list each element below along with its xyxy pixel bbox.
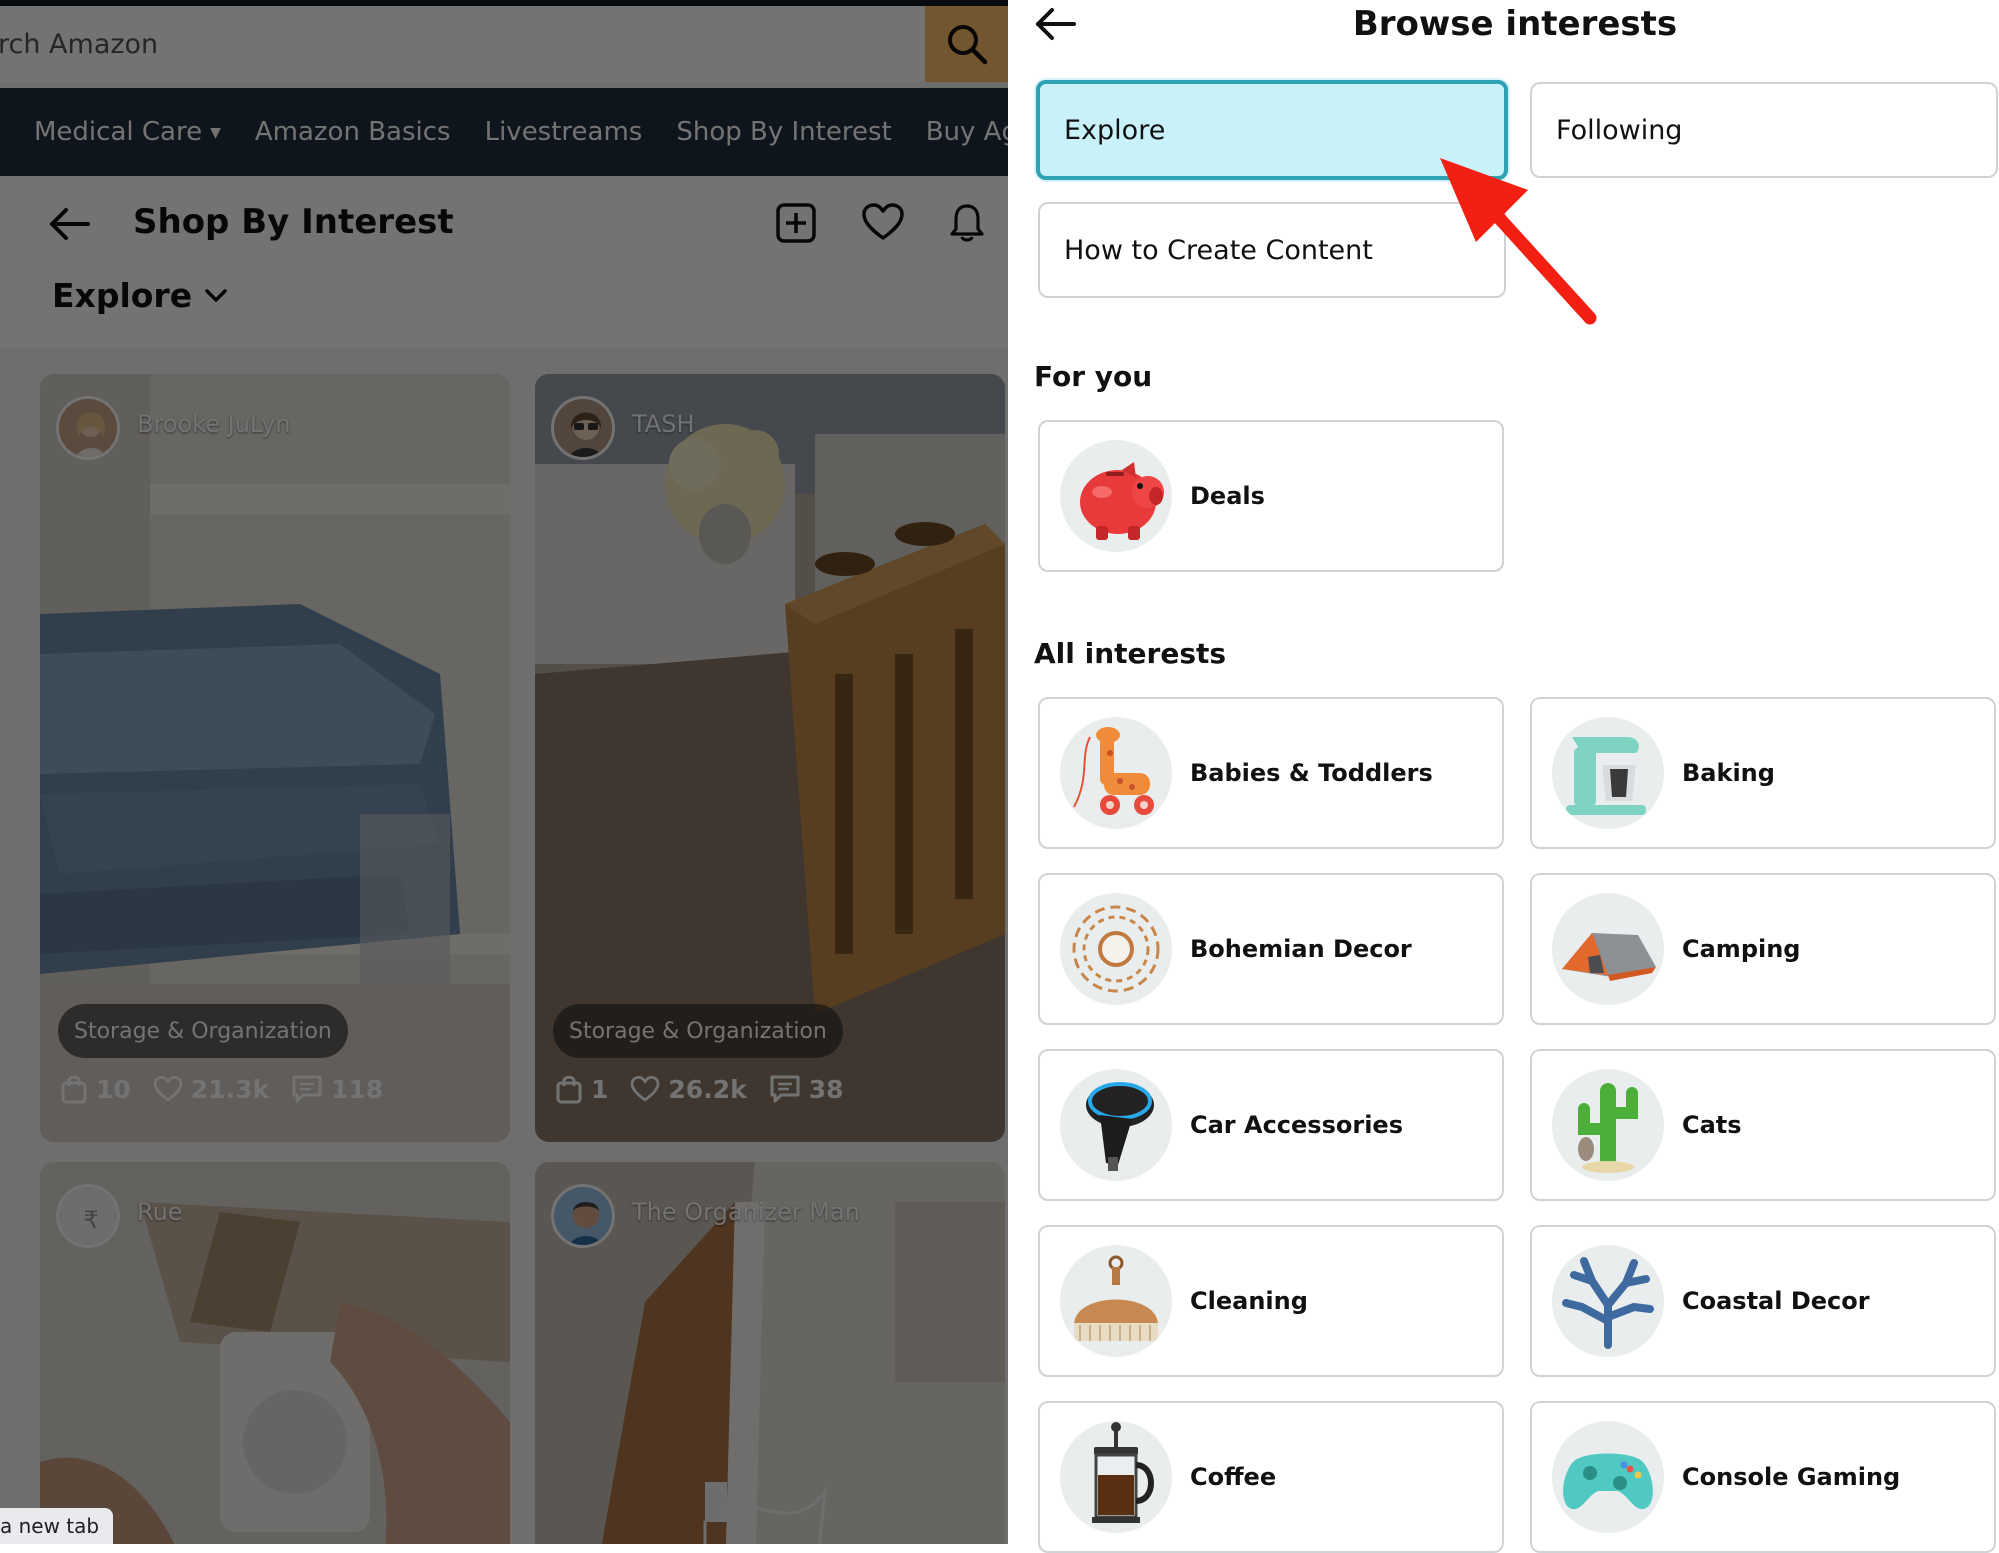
interest-tile-babies-toddlers[interactable]: Babies & Toddlers — [1038, 697, 1504, 849]
rattan-mirror-icon — [1060, 893, 1172, 1005]
interest-label: Coastal Decor — [1682, 1287, 1870, 1315]
interest-tile-bohemian-decor[interactable]: Bohemian Decor — [1038, 873, 1504, 1025]
svg-text:₹: ₹ — [83, 1206, 98, 1234]
interest-label: Camping — [1682, 935, 1801, 963]
card-stats: 1 26.2k 38 — [555, 1074, 844, 1104]
interest-label: Bohemian Decor — [1190, 935, 1412, 963]
interest-label: Car Accessories — [1190, 1111, 1403, 1139]
shopping-bag-icon — [61, 1075, 87, 1104]
card-author-name[interactable]: TASH — [632, 410, 695, 438]
interest-label: Babies & Toddlers — [1190, 759, 1433, 787]
bell-icon[interactable] — [949, 202, 985, 244]
products-count: 10 — [60, 1074, 131, 1104]
chevron-down-icon — [205, 288, 227, 302]
avatar — [56, 396, 120, 460]
avatar — [551, 1184, 615, 1248]
interest-tile-baking[interactable]: Baking — [1530, 697, 1996, 849]
interest-label: Baking — [1682, 759, 1775, 787]
card-author-name[interactable]: Rue — [137, 1198, 183, 1226]
giraffe-toy-icon — [1060, 717, 1172, 829]
interest-label: Console Gaming — [1682, 1463, 1901, 1491]
avatar: ₹ — [56, 1184, 120, 1248]
tab-following-label: Following — [1556, 114, 1683, 146]
interest-tile-deals[interactable]: Deals — [1038, 420, 1504, 572]
piggy-bank-icon — [1060, 440, 1172, 552]
nav-item-buy-again[interactable]: Buy Again — [926, 117, 1008, 147]
avatar — [551, 396, 615, 460]
heart-icon[interactable] — [861, 202, 905, 242]
explore-dropdown-label: Explore — [52, 276, 193, 315]
interest-label: Deals — [1190, 482, 1265, 510]
heart-icon — [631, 1076, 660, 1102]
add-post-icon[interactable] — [775, 202, 817, 244]
all-interests-heading: All interests — [1034, 637, 1227, 670]
interest-tile-coastal-decor[interactable]: Coastal Decor — [1530, 1225, 1996, 1377]
card-author-name[interactable]: The Organizer Man — [632, 1198, 860, 1226]
for-you-heading: For you — [1034, 360, 1153, 393]
search-button[interactable] — [925, 6, 1008, 82]
card-stats: 10 21.3k 118 — [60, 1074, 383, 1104]
comments-count[interactable]: 118 — [291, 1074, 383, 1104]
comment-icon — [292, 1075, 322, 1103]
caret-down-icon: ▼ — [210, 124, 221, 141]
interest-tile-coffee[interactable]: Coffee — [1038, 1401, 1504, 1553]
tent-icon — [1552, 893, 1664, 1005]
stand-mixer-icon — [1552, 717, 1664, 829]
likes-count[interactable]: 26.2k — [630, 1075, 747, 1104]
explore-dropdown[interactable]: Explore — [52, 276, 228, 315]
cactus-cat-tree-icon — [1552, 1069, 1664, 1181]
search-bar — [0, 6, 1008, 82]
category-nav: Medical Care ▼ Amazon Basics Livestreams … — [0, 88, 1008, 176]
dust-brush-icon — [1060, 1245, 1172, 1357]
new-tab-tooltip: a new tab — [0, 1508, 114, 1544]
card-author-name[interactable]: Brooke JuLyn — [137, 410, 290, 438]
interest-tile-car-accessories[interactable]: Car Accessories — [1038, 1049, 1504, 1201]
video-card[interactable]: Brooke JuLyn Storage & Organization 10 2… — [40, 374, 510, 1142]
interest-tag[interactable]: Storage & Organization — [58, 1004, 348, 1058]
comments-count[interactable]: 38 — [769, 1074, 844, 1104]
back-arrow-icon[interactable] — [48, 206, 92, 242]
nav-item-shop-by-interest[interactable]: Shop By Interest — [676, 117, 891, 147]
heart-icon — [153, 1076, 183, 1102]
comment-icon — [770, 1075, 800, 1103]
likes-count[interactable]: 21.3k — [153, 1075, 269, 1104]
french-press-icon — [1060, 1421, 1172, 1533]
nav-item-livestreams[interactable]: Livestreams — [485, 117, 643, 147]
coral-icon — [1552, 1245, 1664, 1357]
products-count: 1 — [555, 1074, 608, 1104]
interest-label: Cleaning — [1190, 1287, 1308, 1315]
amazon-page-background: Medical Care▼ Amazon Basics Livestreams … — [0, 0, 1008, 1544]
interest-label: Cats — [1682, 1111, 1742, 1139]
header-actions — [775, 202, 985, 244]
interest-tile-camping[interactable]: Camping — [1530, 873, 1996, 1025]
video-card[interactable]: ₹ Rue — [40, 1162, 510, 1544]
panel-title: Browse interests — [1352, 4, 1678, 44]
interest-tile-console-gaming[interactable]: Console Gaming — [1530, 1401, 1996, 1553]
shopping-bag-icon — [556, 1075, 582, 1104]
video-card[interactable]: The Organizer Man — [535, 1162, 1005, 1544]
nav-item-medical-care[interactable]: Medical Care ▼ — [34, 117, 221, 147]
search-icon — [947, 25, 987, 65]
video-card[interactable]: TASH Storage & Organization 1 26.2k 38 — [535, 374, 1005, 1142]
nav-item-amazon-basics[interactable]: Amazon Basics — [255, 117, 451, 147]
search-input[interactable] — [0, 6, 925, 82]
car-charger-icon — [1060, 1069, 1172, 1181]
page-title: Shop By Interest — [133, 202, 454, 242]
tab-how-to-create-content-label: How to Create Content — [1064, 234, 1373, 266]
interest-label: Coffee — [1190, 1463, 1277, 1491]
annotation-arrow — [1440, 158, 1597, 325]
tab-explore-label: Explore — [1064, 114, 1166, 146]
game-controller-icon — [1552, 1421, 1664, 1533]
interest-tag[interactable]: Storage & Organization — [553, 1004, 843, 1058]
interest-tile-cleaning[interactable]: Cleaning — [1038, 1225, 1504, 1377]
interest-tile-cats[interactable]: Cats — [1530, 1049, 1996, 1201]
